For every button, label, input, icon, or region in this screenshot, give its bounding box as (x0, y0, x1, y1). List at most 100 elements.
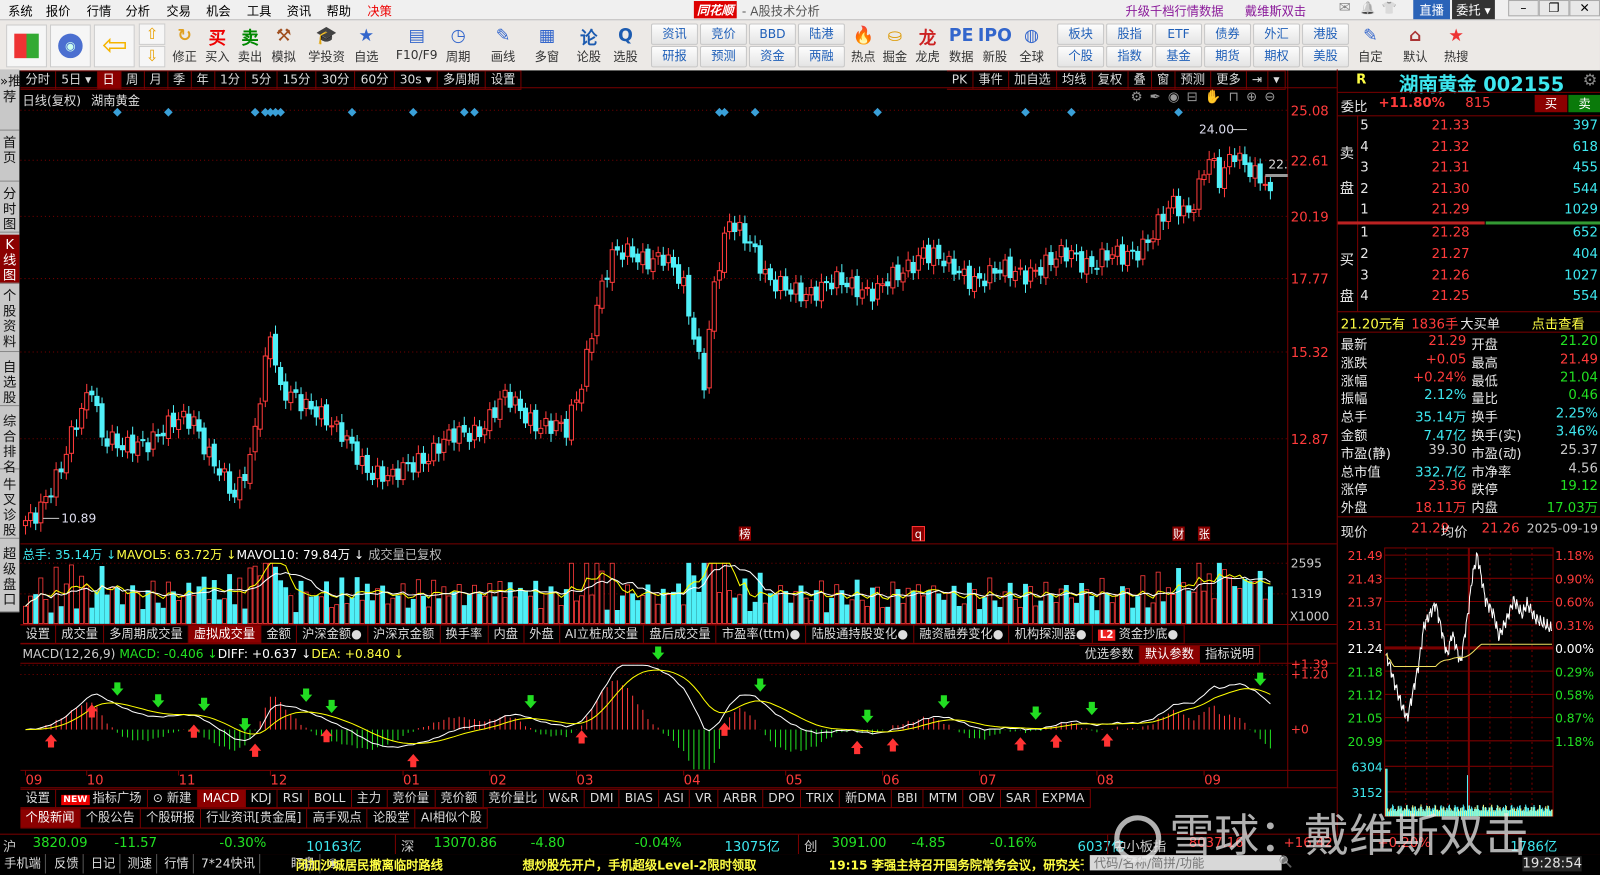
indicator-tab-18[interactable]: TRIX (801, 789, 841, 808)
volume-tab-5[interactable]: 沪深金额● (297, 625, 368, 643)
volume-tab-1[interactable]: 成交量 (56, 625, 105, 643)
indicator-tab-24[interactable]: EXPMA (1037, 789, 1091, 808)
volume-tab-16[interactable]: L2 资金抄底● (1093, 625, 1185, 643)
skin-icon[interactable]: 👕 (1382, 1, 1397, 15)
period-tab-4[interactable]: 月 (144, 71, 168, 89)
quick-期货-button[interactable]: 期货 (1204, 45, 1252, 68)
toolbar-卖出-button[interactable]: 卖卖出 (237, 23, 264, 67)
indicator-tab-23[interactable]: SAR (1001, 789, 1037, 808)
indicator-tab-19[interactable]: 新DMA (840, 789, 892, 808)
quick-ETF-button[interactable]: ETF (1155, 23, 1203, 45)
indicator-tab-4[interactable]: KDJ (245, 789, 278, 808)
live-button[interactable]: 直播 (1413, 0, 1451, 20)
indicator-tab-10[interactable]: 竞价量比 (483, 789, 544, 808)
quick-两融-button[interactable]: 两融 (797, 45, 845, 68)
toolbar-热搜-button[interactable]: ★ 热搜 (1443, 23, 1470, 67)
period-tab-14[interactable]: 设置 (486, 71, 522, 89)
status-1[interactable]: 反馈 (50, 854, 84, 874)
chart-tool-6[interactable]: 窗 (1152, 71, 1176, 89)
volume-tab-11[interactable]: 盘后成交量 (644, 625, 717, 643)
news-tab-5[interactable]: 论股堂 (368, 809, 416, 828)
volume-tab-13[interactable]: 陆股通持股变化● (806, 625, 915, 643)
toolbar-选股-button[interactable]: Q 选股 (612, 23, 639, 67)
quick-竞价-button[interactable]: 竞价 (699, 23, 747, 45)
buy-button[interactable]: 买 (1534, 94, 1568, 113)
menu-1[interactable]: 报价 (46, 2, 71, 19)
quick-美股-button[interactable]: 美股 (1302, 45, 1349, 68)
quick-外汇-button[interactable]: 外汇 (1253, 23, 1300, 45)
quick-期权-button[interactable]: 期权 (1253, 45, 1300, 68)
macd-button-1[interactable]: 默认参数 (1139, 645, 1201, 664)
menu-8[interactable]: 帮助 (327, 2, 352, 19)
news-tab-1[interactable]: 个股公告 (81, 809, 141, 828)
zoom-out-icon[interactable]: ⊖ (1264, 90, 1282, 105)
toolbar-多窗-button[interactable]: ▦ 多窗 (534, 23, 561, 67)
period-tab-0[interactable]: 分时 (20, 71, 57, 89)
close-button[interactable]: ✕ (1569, 0, 1600, 17)
indicator-tab-14[interactable]: ASI (659, 789, 691, 808)
restore-button[interactable]: ❐ (1538, 0, 1570, 17)
status-3[interactable]: 测速 (123, 854, 158, 874)
news-tab-2[interactable]: 个股研报 (141, 809, 202, 828)
gear-icon[interactable]: ⚙ (1131, 90, 1150, 105)
sidebar-item-4[interactable]: 个股资料 (0, 286, 20, 353)
toolbar-新股-button[interactable]: IPO 新股 (978, 23, 1012, 67)
robot-button[interactable]: ◉ (49, 24, 91, 68)
promo-link[interactable]: 升级千档行情数据 (1126, 2, 1224, 19)
status-0[interactable]: 手机端 (0, 854, 46, 874)
macd-button-2[interactable]: 指标说明 (1200, 645, 1261, 664)
indicator-tab-0[interactable]: 设置 (20, 789, 57, 808)
pen-icon[interactable]: ✒ (1150, 90, 1168, 105)
menu-7[interactable]: 资讯 (287, 2, 312, 19)
sidebar-item-7[interactable]: 牛叉诊股 (0, 474, 20, 539)
toolbar-默认-button[interactable]: ⌂ 默认 (1402, 23, 1429, 67)
menu-0[interactable]: 系统 (8, 2, 33, 19)
period-tab-11[interactable]: 60分 (356, 71, 395, 89)
toolbar-热点-button[interactable]: 🔥 热点 (850, 23, 877, 67)
indicator-tab-6[interactable]: BOLL (309, 789, 352, 808)
volume-tab-14[interactable]: 融资融券变化● (914, 625, 1010, 643)
minimize-button[interactable]: – (1508, 0, 1539, 17)
news-tab-4[interactable]: 高手观点 (308, 809, 368, 828)
chart-tool-2[interactable]: 加自选 (1009, 71, 1057, 89)
sidebar-item-5[interactable]: 自选股 (0, 357, 20, 407)
page-down-button[interactable]: ⇩ (138, 45, 166, 68)
sidebar-item-1[interactable]: 首页 (0, 133, 20, 182)
menu-9[interactable]: 决策 (367, 2, 392, 19)
volume-tab-3[interactable]: 虚拟成交量 (188, 625, 262, 643)
big-order-link[interactable]: 点击查看 (1532, 313, 1585, 332)
mail-icon[interactable]: ✉ (1339, 0, 1351, 16)
period-tab-13[interactable]: 多周期 (438, 71, 486, 89)
bell-icon[interactable]: 🔔 (1360, 1, 1375, 15)
menu-5[interactable]: 机会 (206, 2, 231, 19)
chart-tool-3[interactable]: 均线 (1057, 71, 1093, 89)
menu-6[interactable]: 工具 (247, 2, 272, 19)
chart-toolbar-icons[interactable]: ⚙✒◉⊟✋⊓⊕⊖ (1131, 90, 1283, 105)
chart-tool-10[interactable]: ▾ (1268, 71, 1286, 89)
toolbox-icon[interactable]: ⊟ (1187, 90, 1205, 105)
menu-4[interactable]: 交易 (166, 2, 191, 19)
indicator-tab-15[interactable]: VR (690, 789, 719, 808)
volume-tab-6[interactable]: 沪深京金额 (368, 625, 441, 643)
stock-search-input[interactable] (1089, 855, 1282, 871)
news-tab-0[interactable]: 个股新闻 (20, 809, 81, 828)
toolbar-龙虎-button[interactable]: 龙龙虎 (914, 23, 941, 67)
toolbar-自定-button[interactable]: ✎ 自定 (1357, 23, 1384, 67)
page-up-button[interactable]: ⇧ (138, 23, 166, 45)
quick-BBD-button[interactable]: BBD (748, 23, 796, 45)
sidebar-item-8[interactable]: 超级盘口 (0, 544, 20, 613)
indicator-tab-3[interactable]: MACD (197, 789, 246, 808)
chart-tool-5[interactable]: 叠 (1128, 71, 1152, 89)
toolbar-自选-button[interactable]: ★ 自选 (353, 23, 380, 67)
indicator-tab-8[interactable]: 竞价量 (387, 789, 436, 808)
indicator-tab-11[interactable]: W&R (543, 789, 585, 808)
toolbar-数据-button[interactable]: PE 数据 (948, 23, 975, 67)
volume-tab-0[interactable]: 设置 (20, 625, 57, 643)
indicator-tab-2[interactable]: ⊙ 新建 (148, 789, 198, 808)
hand-icon[interactable]: ✋ (1205, 90, 1229, 105)
back-arrow-button[interactable]: ⇦ (93, 24, 135, 68)
quick-个股-button[interactable]: 个股 (1057, 45, 1105, 68)
sidebar-item-0[interactable]: »推荐 (0, 71, 21, 131)
chart-tool-4[interactable]: 复权 (1093, 71, 1129, 89)
toolbar-周期-button[interactable]: ◷ 周期 (445, 23, 472, 67)
